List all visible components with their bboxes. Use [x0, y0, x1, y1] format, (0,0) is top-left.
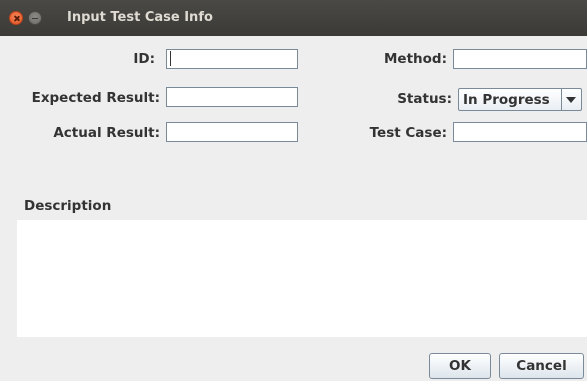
- actual-result-label: Actual Result:: [53, 125, 160, 141]
- expected-result-field[interactable]: [166, 87, 298, 107]
- id-field[interactable]: [166, 49, 298, 69]
- test-case-label: Test Case:: [369, 125, 447, 141]
- status-selected-value: In Progress: [463, 92, 550, 108]
- method-label: Method:: [384, 51, 447, 67]
- cancel-button[interactable]: Cancel: [499, 353, 584, 379]
- title-bar[interactable]: Input Test Case Info: [0, 0, 587, 36]
- text-caret: [170, 51, 171, 66]
- status-dropdown[interactable]: In Progress: [458, 88, 582, 111]
- ok-button[interactable]: OK: [429, 353, 491, 379]
- method-field[interactable]: [453, 49, 587, 69]
- minimize-icon[interactable]: [28, 11, 42, 25]
- dialog-window: Input Test Case Info ID: Method: Expecte…: [0, 0, 587, 381]
- status-label: Status:: [397, 91, 452, 107]
- close-icon[interactable]: [9, 11, 23, 25]
- description-textarea[interactable]: [17, 220, 587, 337]
- expected-result-label: Expected Result:: [31, 90, 160, 106]
- test-case-field[interactable]: [453, 122, 587, 142]
- window-title: Input Test Case Info: [67, 10, 213, 25]
- id-label: ID:: [133, 51, 155, 67]
- actual-result-field[interactable]: [166, 122, 298, 142]
- dropdown-divider: [561, 89, 562, 110]
- chevron-down-icon[interactable]: [566, 97, 576, 103]
- description-title: Description: [24, 198, 112, 214]
